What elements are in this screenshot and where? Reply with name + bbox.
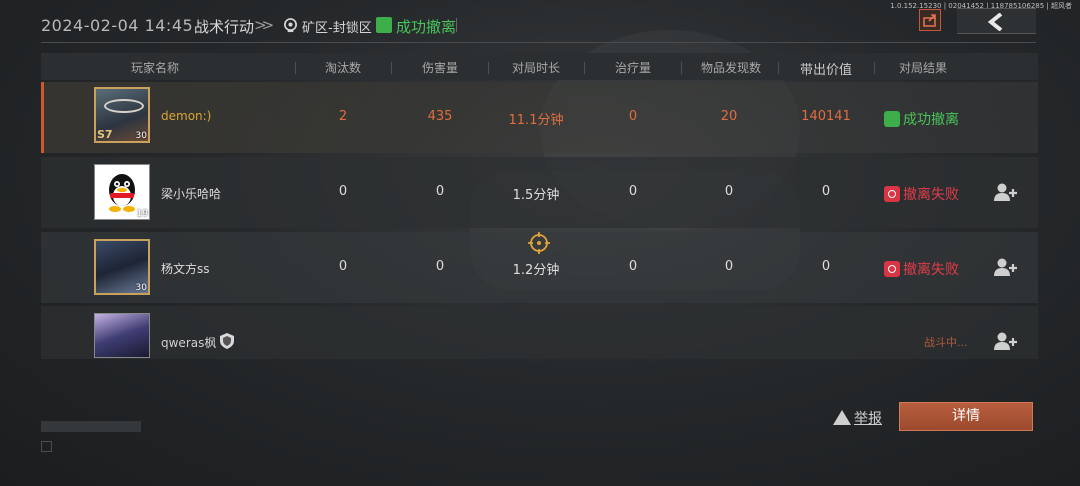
add-friend-icon[interactable] (993, 182, 1017, 202)
extract-success-icon (376, 17, 392, 33)
faint-decoration (41, 421, 141, 432)
add-friend-icon[interactable] (993, 331, 1017, 351)
divider (391, 62, 392, 74)
column-header: 对局结果 (898, 61, 947, 75)
column-header: 治疗量 (614, 61, 651, 75)
match-result: 成功撤离 (396, 18, 457, 36)
healing-value: 0 (628, 184, 638, 199)
extract-fail-icon (884, 261, 900, 277)
divider (874, 62, 875, 74)
map-icon (284, 18, 297, 33)
divider (488, 62, 489, 74)
avatar[interactable]: S7 30 (94, 87, 150, 143)
player-result: 撤离失败 (884, 184, 959, 204)
game-mode: 战术行动 (194, 18, 255, 36)
table-header: 玩家名称 淘汰数 伤害量 对局时长 治疗量 物品发现数 带出价值 对局结果 (41, 53, 1038, 80)
report-label: 举报 (854, 411, 882, 427)
player-result: 撤离失败 (884, 259, 959, 279)
player-result-label: 成功撤离 (903, 112, 959, 128)
player-level: 30 (135, 283, 147, 293)
crosshair-icon (528, 232, 550, 254)
halo-frame-icon (104, 99, 144, 113)
player-name: 梁小乐哈哈 (161, 187, 222, 201)
divider (41, 42, 1036, 43)
share-icon (923, 14, 936, 27)
chevron-right-icon: >> (254, 16, 274, 34)
damage-value: 0 (435, 259, 445, 274)
player-level: 30 (135, 131, 147, 141)
items-found-value: 20 (720, 109, 738, 124)
in-battle-status: 战斗中... (924, 336, 968, 349)
divider (295, 62, 296, 74)
player-result: 成功撤离 (884, 109, 959, 129)
extracted-value: 140141 (801, 109, 851, 124)
eliminations-value: 0 (338, 259, 348, 274)
share-button[interactable] (919, 9, 941, 31)
duration-value: 1.5分钟 (512, 188, 560, 203)
player-level: 19 (136, 209, 148, 219)
avatar[interactable]: 19 (94, 164, 150, 220)
player-result-label: 撤离失败 (903, 262, 959, 278)
map-name: 矿区-封锁区 (302, 21, 372, 36)
column-header: 淘汰数 (324, 61, 361, 75)
extract-success-icon (884, 111, 900, 127)
top-bar: 2024-02-04 14:45 战术行动 >> 矿区-封锁区 成功撤离 1.0… (0, 0, 1080, 44)
column-header: 对局时长 (511, 61, 560, 75)
avatar[interactable]: 30 (94, 239, 150, 295)
eliminations-value: 0 (338, 184, 348, 199)
column-header: 伤害量 (421, 61, 458, 75)
extracted-value: 0 (821, 259, 831, 274)
duration-value: 11.1分钟 (508, 113, 564, 128)
player-name: demon:) (161, 109, 212, 123)
extract-fail-icon (884, 186, 900, 202)
player-name: 杨文方ss (161, 262, 210, 276)
divider (456, 18, 457, 32)
damage-value: 0 (435, 184, 445, 199)
column-header: 带出价值 (799, 63, 852, 78)
eliminations-value: 2 (338, 109, 348, 124)
damage-value: 435 (427, 109, 453, 124)
chevron-left-icon (987, 13, 1003, 31)
season-badge: S7 (97, 128, 113, 141)
items-found-value: 0 (724, 184, 734, 199)
player-result-label: 撤离失败 (903, 187, 959, 203)
back-button[interactable] (957, 8, 1036, 34)
player-name: qweras枫 (161, 336, 217, 350)
report-button[interactable]: 举报 (833, 408, 882, 428)
healing-value: 0 (628, 109, 638, 124)
column-header: 物品发现数 (700, 61, 761, 75)
add-friend-icon[interactable] (993, 257, 1017, 277)
extracted-value: 0 (821, 184, 831, 199)
healing-value: 0 (628, 259, 638, 274)
divider (778, 62, 779, 74)
items-found-value: 0 (724, 259, 734, 274)
avatar[interactable] (94, 313, 150, 358)
duration-value: 1.2分钟 (512, 263, 560, 278)
table-row[interactable] (41, 306, 1038, 359)
match-datetime: 2024-02-04 14:45 (41, 16, 194, 35)
warning-icon (833, 410, 851, 425)
faint-decoration (41, 441, 52, 452)
shield-badge-icon (220, 333, 234, 349)
divider (584, 62, 585, 74)
details-button[interactable]: 详情 (899, 402, 1033, 431)
column-header: 玩家名称 (130, 61, 179, 75)
